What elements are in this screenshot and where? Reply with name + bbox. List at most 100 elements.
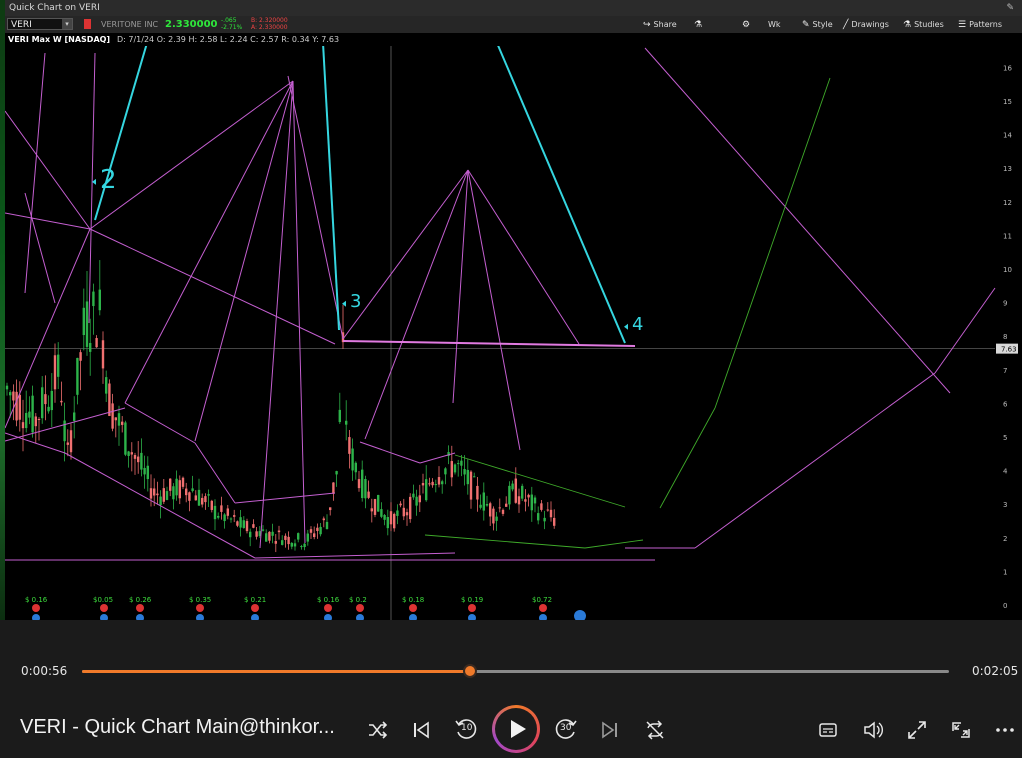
candle-body xyxy=(527,494,530,498)
candle-body xyxy=(217,515,220,518)
candle-body xyxy=(114,417,117,421)
candle-body xyxy=(82,307,85,336)
flask-button[interactable]: ⚗ xyxy=(694,16,705,33)
candle-body xyxy=(521,485,524,499)
candle-body xyxy=(85,301,89,347)
candle-body xyxy=(191,488,194,492)
candle-body xyxy=(63,420,66,442)
candle-body xyxy=(517,496,521,505)
candle-body xyxy=(492,508,495,524)
candle-body xyxy=(220,505,223,512)
candle-body xyxy=(127,451,130,456)
candle-body xyxy=(98,289,101,311)
candle-body xyxy=(236,521,239,526)
price-tick-label: 16 xyxy=(1003,64,1012,72)
trendline xyxy=(88,52,96,324)
candle-body xyxy=(69,430,73,453)
repeat-off-icon[interactable] xyxy=(644,719,666,741)
chart-toolbar: VERI ▾ VERITONE INC 2.330000 -.065 -2.71… xyxy=(5,16,1022,34)
fullscreen-icon[interactable] xyxy=(906,719,928,741)
candle-body xyxy=(425,479,428,501)
candle-body xyxy=(124,422,127,455)
previous-icon[interactable] xyxy=(411,720,431,740)
candle-body xyxy=(172,486,175,500)
crosshair xyxy=(5,33,995,620)
candle-body xyxy=(57,354,60,377)
ohlc-values: D: 7/1/24 O: 2.39 H: 2.58 L: 2.24 C: 2.5… xyxy=(117,35,340,44)
trendline xyxy=(259,80,294,549)
candle-body xyxy=(540,503,543,510)
candle-body xyxy=(159,496,162,506)
alert-flag-icon[interactable] xyxy=(84,19,91,29)
candle-body xyxy=(105,377,108,394)
candle-body xyxy=(373,499,377,515)
candle-body xyxy=(319,526,322,535)
candle-body xyxy=(108,383,111,417)
shuffle-icon[interactable] xyxy=(366,719,388,741)
price-tick-label: 0 xyxy=(1003,602,1007,610)
candle-body xyxy=(415,496,418,506)
skip-back-label: 10 xyxy=(461,723,473,733)
studies-button[interactable]: ⚗ Studies xyxy=(903,16,944,33)
wave-label-pointer xyxy=(624,323,628,330)
miniplayer-icon[interactable] xyxy=(950,719,972,741)
style-label: Style xyxy=(812,20,833,29)
candle-body xyxy=(44,394,47,405)
skip-forward-button[interactable]: 30 xyxy=(553,716,579,742)
candle-body xyxy=(495,516,498,521)
candle-body xyxy=(277,530,281,533)
price-tick-label: 6 xyxy=(1003,400,1008,408)
seek-bar[interactable] xyxy=(82,664,949,678)
skip-back-button[interactable]: 10 xyxy=(453,716,479,742)
chevron-down-icon[interactable]: ▾ xyxy=(62,19,72,29)
pin-icon[interactable]: ✎ xyxy=(1006,0,1014,16)
price-tick-label: 14 xyxy=(1003,132,1012,140)
candle-body xyxy=(364,478,367,499)
style-button[interactable]: ✎ Style xyxy=(802,16,833,33)
period-button[interactable]: Wk xyxy=(768,16,781,33)
play-button[interactable] xyxy=(492,705,540,753)
trendline-horizontal xyxy=(342,340,636,347)
candle-body xyxy=(530,494,533,511)
green-trendline xyxy=(584,539,644,549)
candle-body xyxy=(367,491,370,498)
trendline xyxy=(5,212,91,230)
candle-body xyxy=(284,535,287,540)
volume-icon[interactable] xyxy=(862,719,884,741)
candle-body xyxy=(332,482,335,494)
candle-body xyxy=(50,390,53,411)
candle-body xyxy=(9,392,12,396)
more-options-icon[interactable] xyxy=(994,720,1016,740)
captions-icon[interactable] xyxy=(818,720,838,740)
candle-body xyxy=(489,503,492,517)
share-button[interactable]: ↪ Share xyxy=(643,16,677,33)
price-chart[interactable]: 1615141312111098765432107.63 $ 0.16 $0.05… xyxy=(5,33,1022,620)
candle-body xyxy=(92,291,95,307)
candle-body xyxy=(245,521,249,532)
candle-body xyxy=(162,488,165,502)
video-title: VERI - Quick Chart Main@thinkor... xyxy=(20,716,335,738)
trendline xyxy=(194,80,294,442)
trendline xyxy=(359,441,421,464)
studies-label: Studies xyxy=(914,20,944,29)
earnings-value: $ 0.21 xyxy=(244,596,266,604)
candle-body xyxy=(309,529,313,533)
candle-body xyxy=(348,437,351,454)
drawings-button[interactable]: ╱ Drawings xyxy=(843,16,889,33)
next-icon[interactable] xyxy=(600,720,620,740)
candle-body xyxy=(316,527,319,532)
price-tick-label: 15 xyxy=(1003,98,1012,106)
window-titlebar: Quick Chart on VERI ✎ xyxy=(5,0,1022,16)
period-label: Wk xyxy=(768,20,781,29)
candle-body xyxy=(463,469,466,475)
candle-body xyxy=(361,469,364,499)
settings-button[interactable]: ⚙ xyxy=(742,16,753,33)
symbol-input[interactable]: VERI ▾ xyxy=(7,18,73,30)
patterns-button[interactable]: ☰ Patterns xyxy=(958,16,1002,33)
candle-body xyxy=(130,452,133,455)
price-tick-label: 10 xyxy=(1003,266,1012,274)
candle-body xyxy=(255,531,258,537)
candle-body xyxy=(165,491,169,500)
seek-thumb[interactable] xyxy=(463,664,478,678)
earnings-value: $ 0.19 xyxy=(461,596,483,604)
